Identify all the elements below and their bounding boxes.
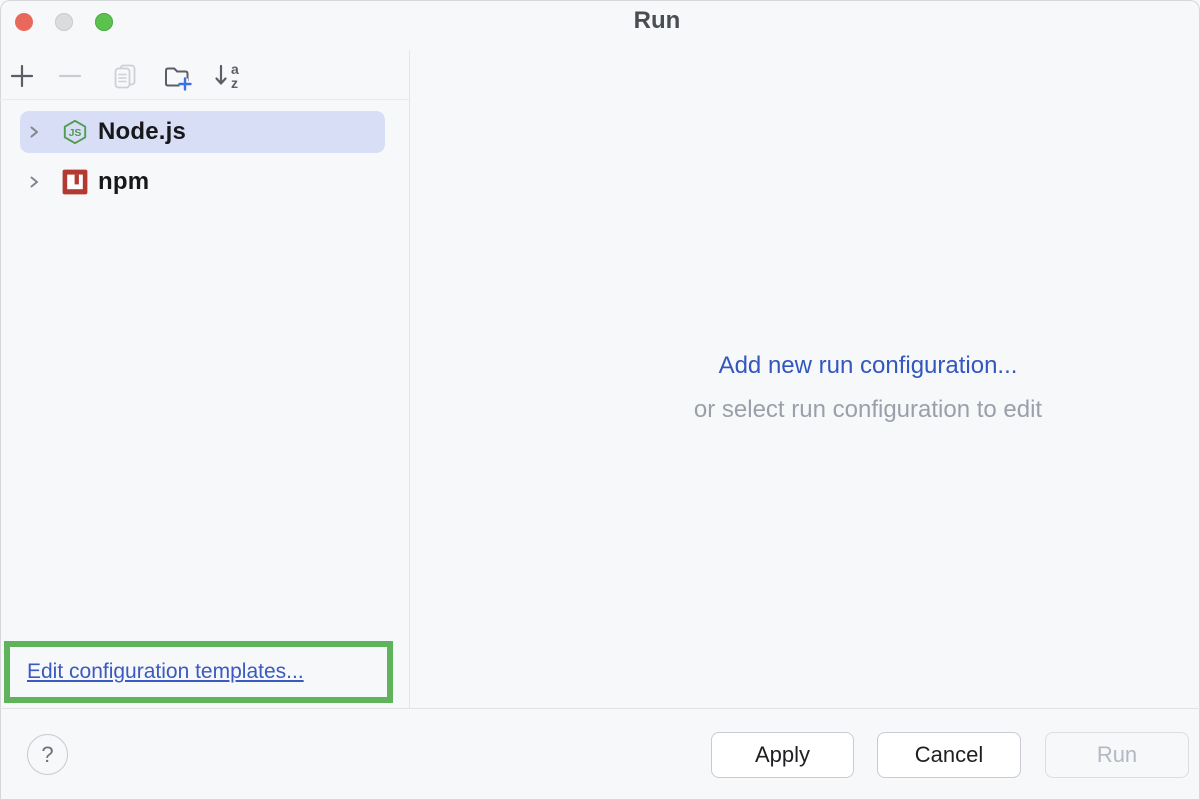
chevron-right-icon[interactable] <box>26 124 42 140</box>
npm-icon <box>62 169 88 195</box>
sort-az-icon: a z <box>212 61 244 91</box>
toolbar-divider <box>0 99 410 100</box>
svg-text:z: z <box>231 75 238 91</box>
run-configurations-dialog: Run <box>0 0 1200 800</box>
plus-icon <box>8 62 36 90</box>
annotation-highlight-box: Edit configuration templates... <box>4 641 393 703</box>
minus-icon <box>56 62 84 90</box>
empty-state-hint: or select run configuration to edit <box>694 396 1042 424</box>
create-folder-button[interactable] <box>161 60 193 92</box>
run-button[interactable]: Run <box>1045 732 1189 778</box>
footer-divider <box>0 708 1200 709</box>
chevron-right-icon[interactable] <box>26 174 42 190</box>
help-button[interactable]: ? <box>27 734 68 775</box>
sort-configurations-button[interactable]: a z <box>212 60 244 92</box>
tree-item-nodejs[interactable]: JS Node.js <box>20 111 385 153</box>
zoom-button[interactable] <box>95 13 113 31</box>
nodejs-icon: JS <box>62 119 88 145</box>
empty-state: Add new run configuration... or select r… <box>694 352 1042 424</box>
copy-configuration-button[interactable] <box>109 60 141 92</box>
copy-icon <box>111 62 139 90</box>
question-mark-icon: ? <box>41 742 53 768</box>
edit-configuration-templates-link[interactable]: Edit configuration templates... <box>27 660 304 684</box>
sidebar-divider <box>409 50 410 708</box>
dialog-title: Run <box>634 7 681 35</box>
new-folder-icon <box>162 61 192 91</box>
cancel-button[interactable]: Cancel <box>877 732 1021 778</box>
close-button[interactable] <box>15 13 33 31</box>
apply-button[interactable]: Apply <box>711 732 854 778</box>
add-configuration-button[interactable] <box>6 60 38 92</box>
tree-item-npm[interactable]: npm <box>20 161 385 203</box>
svg-text:JS: JS <box>69 127 82 139</box>
tree-item-label: npm <box>98 168 149 196</box>
add-new-run-configuration-link[interactable]: Add new run configuration... <box>694 352 1042 380</box>
remove-configuration-button[interactable] <box>54 60 86 92</box>
minimize-button[interactable] <box>55 13 73 31</box>
tree-item-label: Node.js <box>98 118 186 146</box>
